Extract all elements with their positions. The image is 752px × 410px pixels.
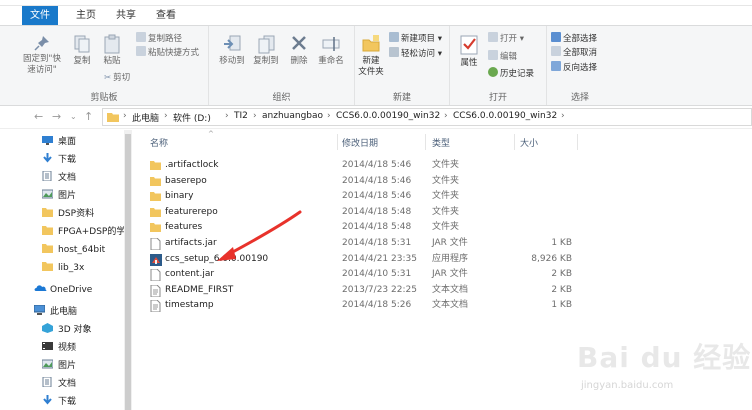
watermark-url: jingyan.baidu.com	[581, 380, 674, 391]
watermark-text: Bai du 经验	[577, 341, 752, 374]
baidu-watermark: Bai du 经验 jingyan.baidu.com	[575, 334, 750, 406]
